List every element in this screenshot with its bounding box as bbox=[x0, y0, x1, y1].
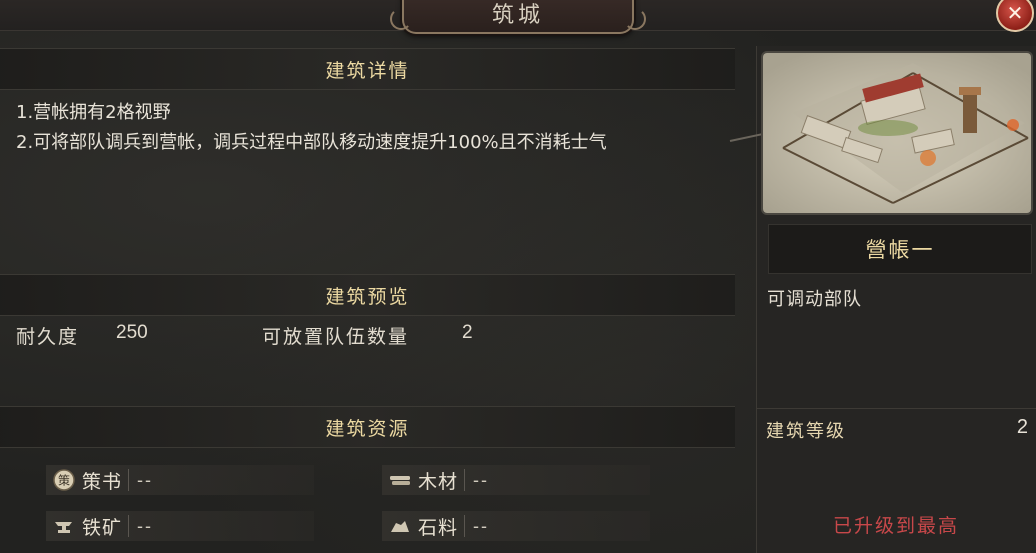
iron-value: -- bbox=[137, 515, 154, 536]
team-capacity-value: 2 bbox=[462, 322, 473, 343]
divider bbox=[128, 469, 130, 491]
building-description: 可调动部队 bbox=[767, 289, 862, 310]
preview-title: 建筑预览 bbox=[325, 285, 410, 308]
strategy-book-label: 策书 bbox=[82, 470, 123, 493]
strategy-book-value: -- bbox=[137, 469, 154, 490]
building-level-value: 2 bbox=[1016, 416, 1028, 438]
stone-icon bbox=[388, 514, 412, 538]
durability-label: 耐久度 bbox=[16, 326, 80, 348]
resource-stone: 石料 -- bbox=[382, 511, 650, 541]
stone-label: 石料 bbox=[418, 516, 459, 539]
resource-strategy-book: 策 策书 -- bbox=[46, 465, 314, 495]
team-capacity-label: 可放置队伍数量 bbox=[262, 326, 410, 348]
building-name-bar: 營帳一 bbox=[768, 224, 1032, 274]
durability-value: 250 bbox=[116, 322, 148, 343]
close-icon: ✕ bbox=[1006, 1, 1024, 25]
stone-value: -- bbox=[473, 515, 490, 536]
wood-label: 木材 bbox=[418, 470, 459, 493]
iron-label: 铁矿 bbox=[82, 516, 123, 539]
svg-text:策: 策 bbox=[58, 474, 70, 488]
iron-anvil-icon bbox=[52, 514, 76, 538]
details-line-2: 2.可将部队调兵到营帐，调兵过程中部队移动速度提升100%且不消耗士气 bbox=[16, 132, 607, 153]
preview-header: 建筑预览 bbox=[0, 274, 735, 316]
details-description: 1.营帐拥有2格视野 2.可将部队调兵到营帐，调兵过程中部队移动速度提升100%… bbox=[16, 98, 736, 158]
wood-value: -- bbox=[473, 469, 490, 490]
preview-stats: 耐久度 250 可放置队伍数量 2 bbox=[16, 322, 716, 350]
details-title: 建筑详情 bbox=[325, 59, 410, 82]
divider bbox=[464, 469, 466, 491]
details-line-1: 1.营帐拥有2格视野 bbox=[16, 102, 171, 123]
resources-title: 建筑资源 bbox=[325, 417, 410, 440]
building-level-label: 建筑等级 bbox=[766, 421, 846, 442]
dialog-title: 筑城 bbox=[491, 3, 544, 28]
build-dialog: 筑城 ✕ 建筑详情 1.营帐拥有2格视野 2.可将部队调兵到营帐，调兵过程中部队… bbox=[0, 0, 1036, 553]
strategy-book-icon: 策 bbox=[52, 468, 76, 492]
building-name: 營帳一 bbox=[865, 238, 935, 262]
divider bbox=[464, 515, 466, 537]
divider bbox=[128, 515, 130, 537]
building-level-row: 建筑等级 2 bbox=[756, 408, 1036, 447]
camp-building-image bbox=[763, 53, 1031, 213]
max-level-status: 已升级到最高 bbox=[832, 515, 959, 537]
details-header: 建筑详情 bbox=[0, 48, 735, 90]
resources-header: 建筑资源 bbox=[0, 406, 735, 448]
wood-icon bbox=[388, 468, 412, 492]
title-tab: 筑城 bbox=[390, 0, 646, 34]
resource-iron: 铁矿 -- bbox=[46, 511, 314, 541]
resource-wood: 木材 -- bbox=[382, 465, 650, 495]
